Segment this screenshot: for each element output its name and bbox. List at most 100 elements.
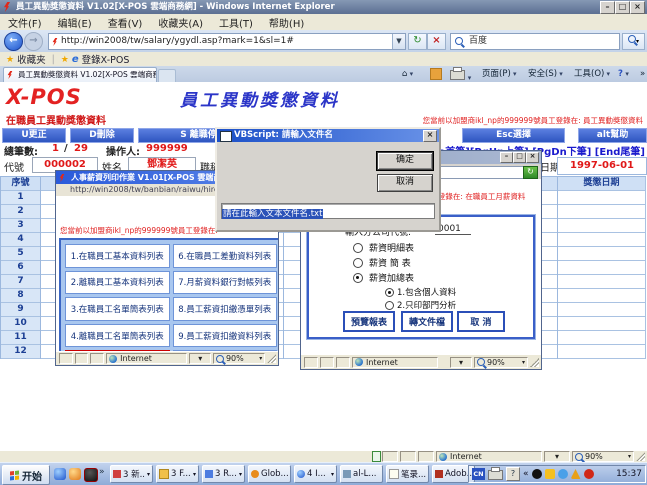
protected-mode-panel[interactable]: ▾: [544, 451, 570, 462]
tools-menu[interactable]: 工具(O): [574, 68, 610, 80]
safety-menu[interactable]: 安全(S): [528, 68, 563, 80]
minimize-button[interactable]: [600, 1, 615, 14]
menu-item-7[interactable]: 7.月薪資料銀行對帳列表: [173, 271, 278, 295]
cancel-report-button[interactable]: 取 消: [457, 311, 505, 332]
taskbar-task-notes[interactable]: 笔录...: [386, 465, 429, 483]
printer-tray-icon[interactable]: [488, 470, 503, 480]
av-tray-icon[interactable]: [584, 469, 594, 479]
tab-active[interactable]: 員工異動獎懲資料 V1.02[X-POS 雲端商務網]: [3, 67, 157, 83]
radio-dept-only[interactable]: [385, 301, 394, 310]
go-button[interactable]: ↻: [523, 166, 538, 179]
close-button[interactable]: [526, 152, 539, 163]
radio-salary-simple[interactable]: [353, 258, 363, 268]
print-zoom-control[interactable]: 90% ▾: [213, 353, 265, 364]
export-file-button[interactable]: 轉文件檔: [401, 311, 453, 332]
quicklaunch-qq-icon[interactable]: [84, 468, 98, 482]
radio-salary-detail[interactable]: [353, 243, 363, 253]
taskbar-task-al[interactable]: al-L...: [340, 465, 383, 483]
menu-favorites[interactable]: 收藏夹(A): [150, 15, 211, 30]
table-row[interactable]: 11: [1, 331, 41, 345]
close-button[interactable]: [423, 130, 437, 142]
radio-salary-detail-label[interactable]: 薪資明細表: [369, 241, 414, 254]
address-bar[interactable]: http://win2008/tw/salary/ygydl.asp?mark=…: [48, 33, 406, 50]
taskbar-task-group-2[interactable]: 3 F...: [156, 465, 199, 483]
forward-button[interactable]: →: [24, 32, 43, 51]
menu-item-6[interactable]: 6.在職員工差勤資料列表: [173, 244, 278, 268]
radio-dept-only-label[interactable]: 2.只印部門分析: [397, 299, 456, 311]
table-row[interactable]: 1: [1, 191, 41, 205]
tray-chevron-icon[interactable]: «: [523, 469, 529, 479]
radio-salary-total[interactable]: [353, 273, 363, 283]
quicklaunch-chevron-icon[interactable]: »: [99, 467, 105, 477]
taskbar-task-group-1[interactable]: 3 新...: [110, 465, 153, 483]
cancel-button[interactable]: 取消: [377, 174, 433, 192]
radio-salary-simple-label[interactable]: 薪資 簡 表: [369, 256, 411, 269]
zoom-control[interactable]: 90% ▾: [572, 451, 634, 462]
new-tab-stub[interactable]: [158, 69, 176, 83]
clock[interactable]: 15:37: [616, 469, 642, 479]
favorites-link-xpos[interactable]: 登錄X-POS: [82, 52, 130, 66]
menu-item-1[interactable]: 1.在職員工基本資料列表: [65, 244, 170, 268]
table-row[interactable]: 7: [1, 275, 41, 289]
start-button[interactable]: 开始: [2, 465, 50, 485]
table-row[interactable]: 12: [1, 345, 41, 359]
favorites-button[interactable]: 收藏夹: [17, 52, 46, 66]
date-field[interactable]: 1997-06-01: [557, 157, 647, 175]
close-button[interactable]: [630, 1, 645, 14]
table-row[interactable]: 8: [1, 289, 41, 303]
menu-edit[interactable]: 编辑(E): [50, 15, 100, 30]
table-row[interactable]: 5: [1, 247, 41, 261]
back-button[interactable]: ←: [4, 32, 23, 51]
menu-item-8[interactable]: 8.員工薪資扣繳憑單列表: [173, 297, 278, 321]
quicklaunch-messenger-icon[interactable]: [69, 468, 81, 480]
feeds-icon[interactable]: [430, 68, 442, 80]
quicklaunch-ie-icon[interactable]: [54, 468, 66, 480]
chevron-more-icon[interactable]: »: [640, 68, 645, 80]
add-favorite-icon[interactable]: [61, 54, 69, 65]
table-row[interactable]: 3: [1, 219, 41, 233]
resize-grip[interactable]: [636, 452, 645, 461]
filename-input[interactable]: 請在此輸入文本文件名.txt: [221, 203, 435, 219]
menu-item-3[interactable]: 3.在職員工名單簡表列表: [65, 297, 170, 321]
resize-grip[interactable]: [530, 358, 539, 367]
shield-tray-icon[interactable]: [571, 469, 581, 479]
taskbar-task-glob[interactable]: Glob...: [248, 465, 291, 483]
menu-item-2[interactable]: 2.離職員工基本資料列表: [65, 271, 170, 295]
table-row[interactable]: 9: [1, 303, 41, 317]
protected-mode-panel[interactable]: ▾: [450, 357, 472, 368]
menu-item-4[interactable]: 4.離職員工名單簡表列表: [65, 324, 170, 348]
menu-help[interactable]: 帮助(H): [261, 15, 312, 30]
star-tray-icon[interactable]: [545, 469, 555, 479]
radio-include-personal[interactable]: [385, 288, 394, 297]
report-zoom-control[interactable]: 90% ▾: [474, 357, 528, 368]
menu-file[interactable]: 文件(F): [0, 15, 50, 30]
menu-tools[interactable]: 工具(T): [211, 15, 261, 30]
address-dropdown-icon[interactable]: ▼: [392, 34, 405, 49]
qq-tray-icon[interactable]: [532, 469, 542, 479]
resize-grip[interactable]: [267, 354, 276, 363]
radio-include-personal-label[interactable]: 1.包含個人資料: [397, 286, 456, 298]
menu-view[interactable]: 查看(V): [100, 15, 151, 30]
maximize-button[interactable]: [513, 152, 526, 163]
table-row[interactable]: 6: [1, 261, 41, 275]
delete-button[interactable]: D刪除: [70, 128, 134, 143]
page-menu[interactable]: 页面(P): [482, 68, 517, 80]
alt-help-button[interactable]: alt幫助: [578, 128, 647, 143]
language-indicator[interactable]: CN: [472, 468, 485, 480]
table-row[interactable]: 10: [1, 317, 41, 331]
help-menu[interactable]: ?: [618, 68, 629, 80]
radio-salary-total-label[interactable]: 薪資加總表: [369, 271, 414, 284]
minimize-button[interactable]: [500, 152, 513, 163]
table-row[interactable]: 4: [1, 233, 41, 247]
help-tray-icon[interactable]: ?: [506, 467, 520, 481]
home-button[interactable]: ⌂: [402, 68, 413, 80]
update-tray-icon[interactable]: [558, 469, 568, 479]
taskbar-task-group-3[interactable]: 3 R...: [202, 465, 245, 483]
refresh-button[interactable]: ↻: [408, 33, 427, 50]
stop-button[interactable]: ×: [427, 33, 446, 50]
menu-item-9[interactable]: 9.員工薪資扣繳資料列表: [173, 324, 278, 348]
preview-report-button[interactable]: 預覽報表: [343, 311, 395, 332]
esc-select-button[interactable]: Esc選擇: [462, 128, 565, 143]
ok-button[interactable]: 确定: [377, 152, 433, 170]
protected-mode-panel[interactable]: ▾: [189, 353, 210, 364]
